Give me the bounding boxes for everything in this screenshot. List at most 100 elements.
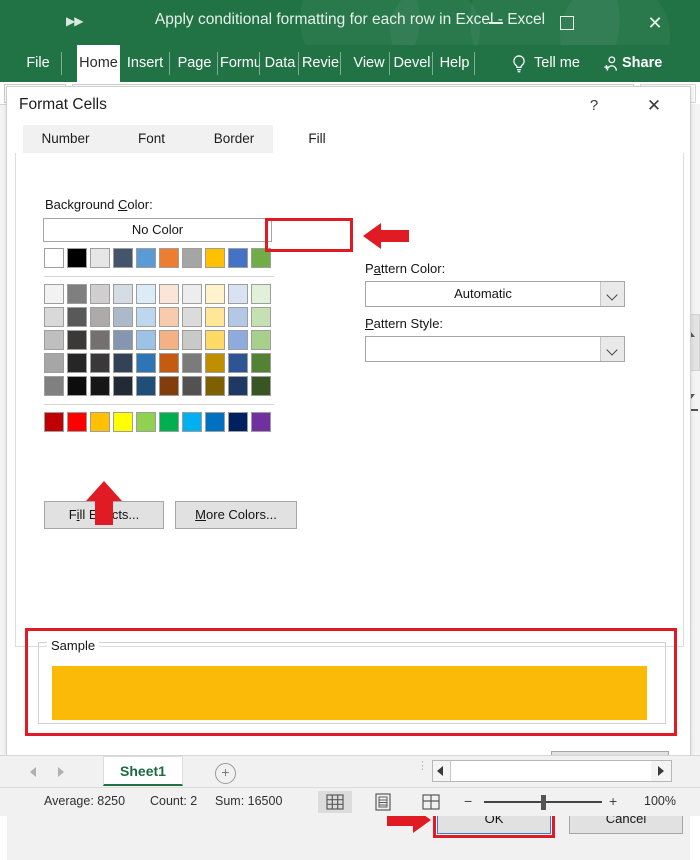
color-swatch[interactable]	[136, 376, 156, 396]
color-swatch[interactable]	[67, 284, 87, 304]
color-swatch[interactable]	[90, 307, 110, 327]
color-swatch[interactable]	[90, 412, 110, 432]
close-window-button[interactable]: ✕	[640, 10, 670, 36]
ribbon-tab-help[interactable]: Help	[434, 45, 475, 82]
zoom-in-button[interactable]: +	[609, 794, 617, 808]
color-swatch[interactable]	[90, 248, 110, 268]
color-swatch[interactable]	[228, 412, 248, 432]
hscroll-left-button[interactable]	[433, 761, 451, 781]
color-swatch[interactable]	[90, 330, 110, 350]
color-swatch[interactable]	[44, 353, 64, 373]
color-swatch[interactable]	[251, 307, 271, 327]
color-swatch[interactable]	[159, 330, 179, 350]
color-swatch[interactable]	[182, 284, 202, 304]
color-swatch[interactable]	[205, 376, 225, 396]
color-swatch[interactable]	[205, 412, 225, 432]
color-swatch[interactable]	[113, 353, 133, 373]
color-swatch[interactable]	[159, 248, 179, 268]
color-swatch[interactable]	[251, 330, 271, 350]
ribbon-tab-page-layout[interactable]: Page	[171, 45, 218, 82]
tell-me-search[interactable]: Tell me	[534, 45, 580, 82]
color-swatch[interactable]	[159, 284, 179, 304]
chevron-down-icon[interactable]	[600, 282, 624, 306]
color-swatch[interactable]	[182, 412, 202, 432]
color-swatch[interactable]	[44, 376, 64, 396]
pattern-color-dropdown[interactable]: Automatic	[365, 281, 625, 307]
pattern-style-dropdown[interactable]	[365, 336, 625, 362]
no-color-button[interactable]: No Color	[43, 218, 272, 242]
normal-view-button[interactable]	[318, 791, 352, 813]
color-swatch[interactable]	[251, 353, 271, 373]
chevron-down-icon[interactable]	[600, 337, 624, 361]
color-swatch[interactable]	[136, 353, 156, 373]
dialog-help-button[interactable]: ?	[579, 93, 609, 119]
color-swatch[interactable]	[228, 353, 248, 373]
color-swatch[interactable]	[182, 330, 202, 350]
color-swatch[interactable]	[90, 284, 110, 304]
color-swatch[interactable]	[228, 248, 248, 268]
more-colors-button[interactable]: More Colors...	[175, 501, 297, 529]
color-swatch[interactable]	[182, 376, 202, 396]
color-swatch[interactable]	[228, 284, 248, 304]
color-swatch[interactable]	[113, 376, 133, 396]
color-swatch[interactable]	[136, 284, 156, 304]
add-sheet-button[interactable]: +	[215, 763, 236, 784]
color-swatch[interactable]	[113, 284, 133, 304]
page-break-view-button[interactable]	[414, 791, 448, 813]
color-swatch[interactable]	[90, 376, 110, 396]
ribbon-tab-formulas[interactable]: Formu	[220, 45, 260, 82]
color-swatch[interactable]	[205, 248, 225, 268]
color-swatch[interactable]	[44, 248, 64, 268]
page-layout-view-button[interactable]	[366, 791, 400, 813]
color-swatch[interactable]	[228, 376, 248, 396]
color-swatch[interactable]	[205, 330, 225, 350]
tab-split-handle[interactable]: ⋮	[417, 761, 428, 780]
color-swatch[interactable]	[159, 412, 179, 432]
background-color-palette[interactable]	[44, 248, 274, 435]
dialog-tab-number[interactable]: Number	[23, 125, 109, 153]
hscroll-right-button[interactable]	[651, 761, 671, 781]
horizontal-scrollbar[interactable]	[432, 760, 672, 782]
color-swatch[interactable]	[136, 307, 156, 327]
color-swatch[interactable]	[67, 353, 87, 373]
color-swatch[interactable]	[159, 353, 179, 373]
color-swatch[interactable]	[205, 307, 225, 327]
share-button[interactable]: Share	[622, 45, 662, 82]
color-swatch[interactable]	[251, 284, 271, 304]
color-swatch[interactable]	[205, 353, 225, 373]
color-swatch[interactable]	[113, 307, 133, 327]
dialog-close-button[interactable]: ✕	[637, 92, 671, 120]
color-swatch[interactable]	[159, 376, 179, 396]
sheet-tab-sheet1[interactable]: Sheet1	[103, 756, 183, 786]
color-swatch[interactable]	[251, 412, 271, 432]
color-swatch[interactable]	[251, 248, 271, 268]
color-swatch[interactable]	[251, 376, 271, 396]
color-swatch[interactable]	[67, 248, 87, 268]
dialog-tab-fill[interactable]: Fill	[273, 125, 361, 153]
ribbon-tab-developer[interactable]: Devel	[391, 45, 433, 82]
color-swatch[interactable]	[67, 307, 87, 327]
color-swatch[interactable]	[182, 248, 202, 268]
color-swatch[interactable]	[44, 307, 64, 327]
color-swatch[interactable]	[67, 412, 87, 432]
color-swatch[interactable]	[67, 376, 87, 396]
ribbon-tab-review[interactable]: Revie	[300, 45, 341, 82]
color-swatch[interactable]	[182, 307, 202, 327]
color-swatch[interactable]	[159, 307, 179, 327]
color-swatch[interactable]	[44, 284, 64, 304]
nav-next-icon[interactable]	[58, 767, 64, 777]
color-swatch[interactable]	[113, 248, 133, 268]
ribbon-tab-view[interactable]: View	[348, 45, 390, 82]
nav-prev-icon[interactable]	[30, 767, 36, 777]
ribbon-tab-file[interactable]: File	[14, 45, 62, 82]
color-swatch[interactable]	[44, 330, 64, 350]
color-swatch[interactable]	[205, 284, 225, 304]
color-swatch[interactable]	[67, 330, 87, 350]
ribbon-tab-insert[interactable]: Insert	[120, 45, 170, 82]
color-swatch[interactable]	[113, 412, 133, 432]
color-swatch[interactable]	[228, 330, 248, 350]
color-swatch[interactable]	[44, 412, 64, 432]
zoom-out-button[interactable]: −	[464, 794, 472, 808]
color-swatch[interactable]	[228, 307, 248, 327]
color-swatch[interactable]	[113, 330, 133, 350]
